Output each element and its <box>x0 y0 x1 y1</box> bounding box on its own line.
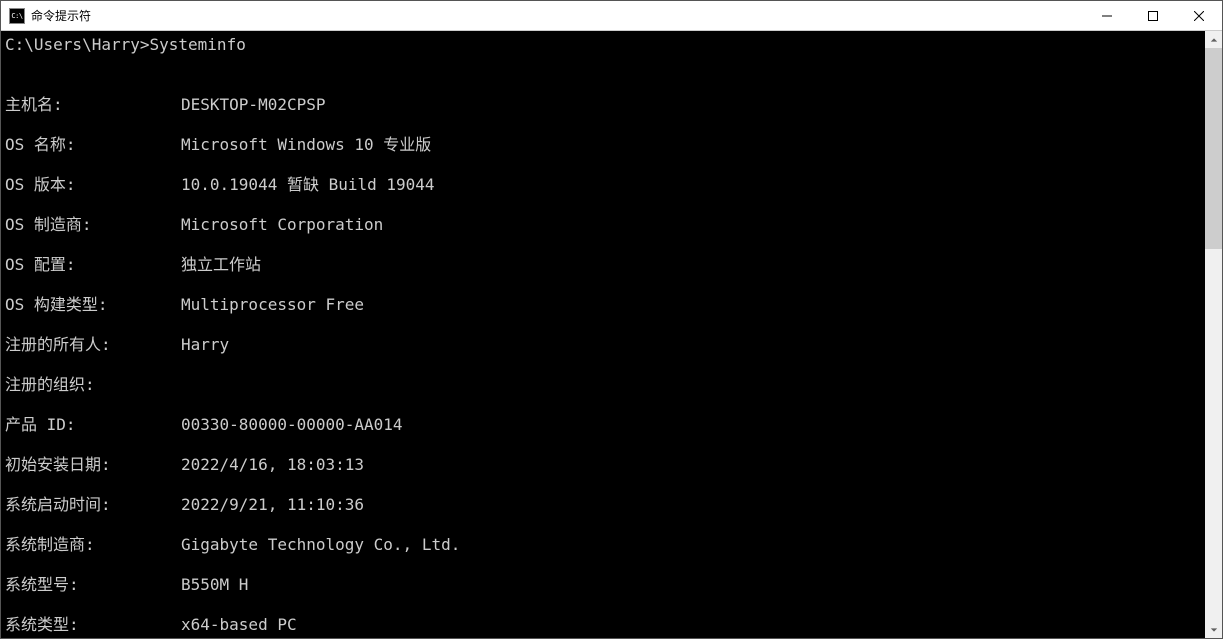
value: Microsoft Corporation <box>181 215 383 235</box>
label: OS 名称: <box>5 135 181 155</box>
label: OS 制造商: <box>5 215 181 235</box>
prompt-command: Systeminfo <box>150 35 246 55</box>
terminal-output[interactable]: C:\Users\Harry>Systeminfo 主机名:DESKTOP-M0… <box>1 31 1205 638</box>
terminal-area: C:\Users\Harry>Systeminfo 主机名:DESKTOP-M0… <box>1 31 1222 638</box>
label: 系统型号: <box>5 575 181 595</box>
value: Gigabyte Technology Co., Ltd. <box>181 535 460 555</box>
value: 独立工作站 <box>181 255 261 275</box>
maximize-icon <box>1148 11 1158 21</box>
scrollbar-track[interactable] <box>1205 48 1222 621</box>
label: OS 版本: <box>5 175 181 195</box>
close-button[interactable] <box>1176 1 1222 30</box>
cmd-icon <box>9 8 25 24</box>
value: Microsoft Windows 10 专业版 <box>181 135 431 155</box>
scroll-up-button[interactable] <box>1205 31 1222 48</box>
close-icon <box>1194 11 1204 21</box>
label: 主机名: <box>5 95 181 115</box>
value: 2022/4/16, 18:03:13 <box>181 455 364 475</box>
label: 初始安装日期: <box>5 455 181 475</box>
prompt-path: C:\Users\Harry> <box>5 35 150 55</box>
value: Harry <box>181 335 229 355</box>
value: 2022/9/21, 11:10:36 <box>181 495 364 515</box>
label: 系统类型: <box>5 615 181 635</box>
label: OS 构建类型: <box>5 295 181 315</box>
minimize-button[interactable] <box>1084 1 1130 30</box>
value: DESKTOP-M02CPSP <box>181 95 326 115</box>
label: OS 配置: <box>5 255 181 275</box>
label: 系统启动时间: <box>5 495 181 515</box>
scroll-down-button[interactable] <box>1205 621 1222 638</box>
value: Multiprocessor Free <box>181 295 364 315</box>
window-title: 命令提示符 <box>31 7 1084 24</box>
window-controls <box>1084 1 1222 30</box>
titlebar[interactable]: 命令提示符 <box>1 1 1222 31</box>
value: B550M H <box>181 575 248 595</box>
maximize-button[interactable] <box>1130 1 1176 30</box>
minimize-icon <box>1102 11 1112 21</box>
value: 10.0.19044 暂缺 Build 19044 <box>181 175 435 195</box>
command-prompt-window: 命令提示符 C:\Users\Harry>Systeminfo 主机名:DESK… <box>0 0 1223 639</box>
chevron-down-icon <box>1210 626 1218 634</box>
label: 注册的所有人: <box>5 335 181 355</box>
label: 系统制造商: <box>5 535 181 555</box>
vertical-scrollbar[interactable] <box>1205 31 1222 638</box>
value: x64-based PC <box>181 615 297 635</box>
scrollbar-thumb[interactable] <box>1205 48 1222 249</box>
chevron-up-icon <box>1210 36 1218 44</box>
value: 00330-80000-00000-AA014 <box>181 415 403 435</box>
label: 产品 ID: <box>5 415 181 435</box>
label: 注册的组织: <box>5 375 181 395</box>
